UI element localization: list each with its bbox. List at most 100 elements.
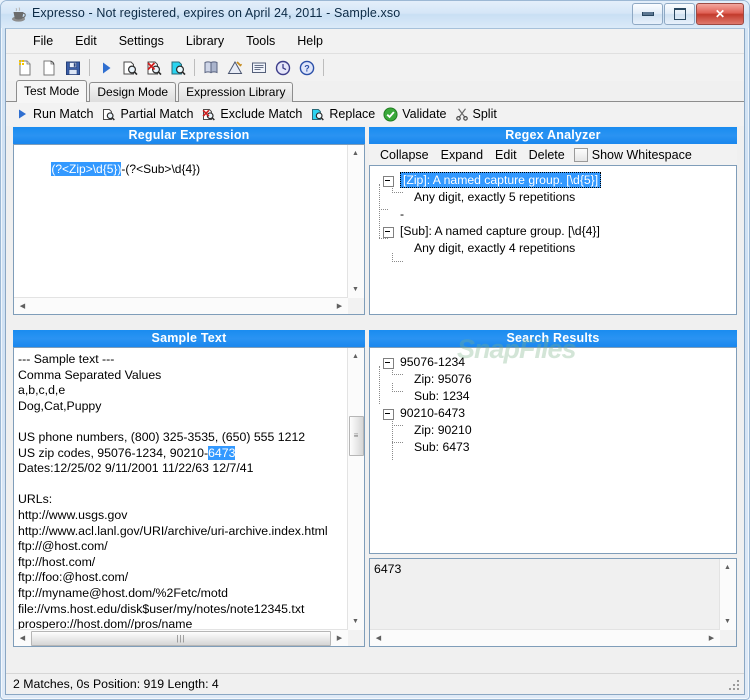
analyzer-expand-button[interactable]: Expand: [435, 147, 489, 163]
menu-file[interactable]: File: [22, 31, 64, 51]
menu-settings[interactable]: Settings: [108, 31, 175, 51]
new-document-icon[interactable]: [13, 56, 37, 79]
regex-value: (?<Zip>\d{5})-(?<Sub>\d{4}): [18, 148, 200, 190]
sample-hscroll-thumb[interactable]: |||: [31, 631, 331, 646]
regex-scroll-right-icon[interactable]: ▶: [332, 298, 347, 313]
search-result-label: 95076-1234: [400, 355, 466, 369]
regex-scroll-left-icon[interactable]: ◀: [15, 298, 30, 313]
search-result-node[interactable]: 90210-6473: [378, 405, 736, 422]
tab-design-mode[interactable]: Design Mode: [89, 82, 177, 102]
expresso-app-icon: [10, 6, 27, 23]
maximize-button[interactable]: [664, 3, 695, 25]
detail-horizontal-scrollbar[interactable]: ◀ ▶: [370, 629, 720, 646]
sample-scroll-up-icon[interactable]: ▲: [348, 349, 363, 364]
partial-match-label: Partial Match: [120, 107, 194, 121]
sample-scroll-corner: [348, 630, 364, 646]
analyzer-tree-area[interactable]: [Zip]: A named capture group. [\d{5}] An…: [369, 165, 737, 315]
menu-edit[interactable]: Edit: [64, 31, 108, 51]
exclude-match-icon[interactable]: [142, 56, 166, 79]
regex-scroll-down-icon[interactable]: ▼: [348, 282, 363, 297]
run-match-icon[interactable]: [94, 56, 118, 79]
exclude-match-button[interactable]: Exclude Match: [199, 103, 308, 125]
tab-strip: Test Mode Design Mode Expression Library: [6, 80, 744, 102]
sample-scroll-thumb[interactable]: ≡: [349, 416, 364, 456]
detail-vertical-scrollbar[interactable]: ▲ ▼: [719, 559, 736, 630]
sample-horizontal-scrollbar[interactable]: ◀ ▶ |||: [14, 629, 348, 646]
replace-button[interactable]: Replace: [308, 103, 381, 125]
minimize-button[interactable]: [632, 3, 663, 25]
search-results-tree-area[interactable]: 95076-1234 Zip: 95076 Sub: 1234 90210-64…: [369, 347, 737, 554]
menu-tools[interactable]: Tools: [235, 31, 286, 51]
show-whitespace-checkbox[interactable]: [573, 147, 588, 162]
sample-scroll-down-icon[interactable]: ▼: [348, 614, 363, 629]
analyzer-tree-node[interactable]: Any digit, exactly 5 repetitions: [378, 189, 736, 206]
search-result-label: 90210-6473: [400, 406, 466, 420]
replace-label: Replace: [329, 107, 376, 121]
tree-expander-icon[interactable]: [383, 176, 394, 187]
open-document-icon[interactable]: [37, 56, 61, 79]
history-clock-icon[interactable]: [271, 56, 295, 79]
tab-underline-cover: [17, 101, 77, 103]
regex-scroll-up-icon[interactable]: ▲: [348, 146, 363, 161]
analyzer-tree-node[interactable]: [Sub]: A named capture group. [\d{4}]: [378, 223, 736, 240]
partial-match-icon[interactable]: [118, 56, 142, 79]
tab-expression-library[interactable]: Expression Library: [178, 82, 294, 102]
tree-expander-icon[interactable]: [383, 227, 394, 238]
toolbar-separator-2: [194, 59, 195, 76]
regex-horizontal-scrollbar[interactable]: ◀ ▶: [14, 297, 348, 314]
library-book-icon[interactable]: [199, 56, 223, 79]
tree-expander-icon[interactable]: [383, 409, 394, 420]
show-whitespace-label: Show Whitespace: [591, 147, 692, 162]
split-scissors-icon: [455, 107, 469, 121]
sample-scroll-left-icon[interactable]: ◀: [15, 630, 30, 645]
replace-icon: [310, 107, 325, 122]
detail-scroll-right-icon[interactable]: ▶: [704, 630, 719, 645]
svg-text:?: ?: [304, 63, 310, 73]
regular-expression-editor[interactable]: (?<Zip>\d{5})-(?<Sub>\d{4}) ▲ ▼ ◀ ▶: [13, 144, 365, 315]
analyzer-tree-node[interactable]: -: [378, 206, 736, 223]
split-button[interactable]: Split: [453, 103, 503, 125]
tab-test-mode[interactable]: Test Mode: [16, 80, 88, 102]
replace-icon[interactable]: [166, 56, 190, 79]
analyzer-tree-node[interactable]: [Zip]: A named capture group. [\d{5}]: [378, 172, 736, 189]
partial-match-button[interactable]: Partial Match: [99, 103, 199, 125]
run-match-button[interactable]: Run Match: [13, 103, 99, 125]
design-ruler-icon[interactable]: [223, 56, 247, 79]
toolbar-separator-3: [323, 59, 324, 76]
menu-help[interactable]: Help: [286, 31, 334, 51]
detail-scroll-left-icon[interactable]: ◀: [371, 630, 386, 645]
menu-library[interactable]: Library: [175, 31, 235, 51]
validate-button[interactable]: Validate: [381, 103, 452, 125]
match-detail-box[interactable]: 6473 ▲ ▼ ◀ ▶: [369, 558, 737, 647]
resize-grip-icon[interactable]: [728, 679, 741, 692]
sample-text-panel: Sample Text --- Sample text --- Comma Se…: [13, 330, 365, 647]
close-button[interactable]: ✕: [696, 3, 744, 25]
search-result-node[interactable]: Sub: 1234: [378, 388, 736, 405]
help-icon[interactable]: ?: [295, 56, 319, 79]
analyzer-tree-node[interactable]: Any digit, exactly 4 repetitions: [378, 240, 736, 257]
analyzer-collapse-button[interactable]: Collapse: [374, 147, 435, 163]
search-result-node[interactable]: Zip: 95076: [378, 371, 736, 388]
analyzer-node-label: [Sub]: A named capture group. [\d{4}]: [400, 224, 600, 238]
search-result-node[interactable]: Zip: 90210: [378, 422, 736, 439]
tree-expander-icon[interactable]: [383, 358, 394, 369]
save-icon[interactable]: [61, 56, 85, 79]
status-bar: 2 Matches, 0s Position: 919 Length: 4: [6, 673, 744, 694]
regex-vertical-scrollbar[interactable]: ▲ ▼: [347, 145, 364, 298]
detail-scroll-down-icon[interactable]: ▼: [720, 614, 735, 629]
exclude-match-icon: [201, 107, 216, 122]
search-result-node[interactable]: Sub: 6473: [378, 439, 736, 456]
analyzer-delete-button[interactable]: Delete: [523, 147, 571, 163]
search-result-node[interactable]: 95076-1234: [378, 354, 736, 371]
sample-scroll-right-icon[interactable]: ▶: [332, 630, 347, 645]
report-icon[interactable]: [247, 56, 271, 79]
analyzer-node-label: Any digit, exactly 5 repetitions: [414, 190, 576, 204]
show-whitespace-checkbox-wrap[interactable]: Show Whitespace: [571, 147, 692, 162]
sample-vertical-scrollbar[interactable]: ▲ ▼ ≡: [347, 348, 364, 630]
match-detail-value: 6473: [374, 562, 402, 576]
analyzer-node-label: Any digit, exactly 4 repetitions: [414, 241, 576, 255]
detail-scroll-up-icon[interactable]: ▲: [720, 560, 735, 575]
match-detail-panel: 6473 ▲ ▼ ◀ ▶: [369, 558, 737, 647]
sample-text-editor[interactable]: --- Sample text --- Comma Separated Valu…: [13, 347, 365, 647]
analyzer-edit-button[interactable]: Edit: [489, 147, 523, 163]
